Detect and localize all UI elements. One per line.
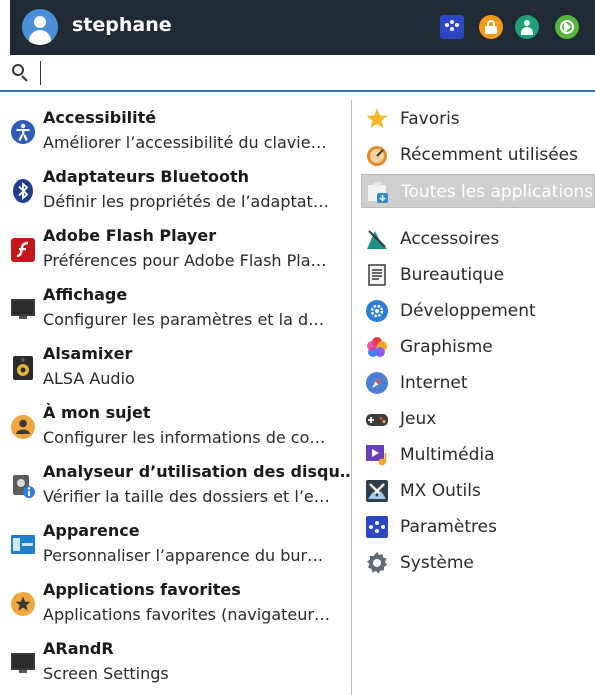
app-item-accessibilite[interactable]: Accessibilité Améliorer l’accessibilité … [0,100,351,159]
app-title: Applications favorites [43,580,241,599]
app-description: Vérifier la taille des dossiers et l’e… [43,487,330,506]
menu-header: stephane [10,0,595,55]
disk-usage-icon [13,475,35,498]
favorite-apps-icon [11,592,35,616]
username: stephane [72,14,172,36]
category-bureautique[interactable]: Bureautique [361,258,595,292]
category-graphisme[interactable]: Graphisme [361,330,595,364]
app-item-arandr[interactable]: ARandR Screen Settings [0,631,351,690]
app-item-a-mon-sujet[interactable]: À mon sujet Configurer les informations … [0,395,351,454]
settings-button[interactable] [440,15,464,39]
category-list: Favoris Récemment utilisées Toutes les a… [353,100,595,695]
category-jeux[interactable]: Jeux [361,402,595,436]
games-icon [366,414,388,426]
accessories-icon [367,230,387,249]
app-item-alsamixer[interactable]: Alsamixer ALSA Audio [0,336,351,395]
system-icon [367,552,387,574]
internet-icon [366,372,388,394]
appearance-icon [11,535,35,554]
bluetooth-icon [13,179,33,203]
accessibility-icon [11,120,35,144]
app-description: Configurer les informations de co… [43,428,326,447]
app-item-analyseur-disque[interactable]: Analyseur d’utilisation des disqu… Vérif… [0,454,352,513]
app-description: ALSA Audio [43,369,135,388]
flash-icon [11,238,35,262]
search-bar [0,55,595,92]
category-favoris[interactable]: Favoris [361,102,595,136]
app-description: Applications favorites (navigateur… [43,605,330,624]
category-multimedia[interactable]: Multimédia [361,438,595,472]
category-accessoires[interactable]: Accessoires [361,222,595,256]
category-internet[interactable]: Internet [361,366,595,400]
display-icon [11,299,35,319]
application-list: Accessibilité Améliorer l’accessibilité … [0,100,352,695]
app-item-adobe-flash[interactable]: Adobe Flash Player Préférences pour Adob… [0,218,351,277]
category-label: Système [400,553,474,573]
multimedia-icon [366,445,387,466]
app-title: Alsamixer [43,344,133,363]
app-title: Adobe Flash Player [43,226,217,245]
app-description: Configurer les paramètres et la d… [43,310,325,329]
user-avatar-icon [22,9,58,45]
category-label: Récemment utilisées [400,145,578,165]
settings-icon [366,516,388,538]
app-title: À mon sujet [43,403,151,422]
mx-tools-icon [366,480,388,502]
app-description: Améliorer l’accessibilité du clavie… [43,133,327,152]
app-title: Apparence [43,521,140,540]
about-me-icon [11,415,35,439]
search-input[interactable] [40,61,585,85]
app-item-applications-favorites[interactable]: Applications favorites Applications favo… [0,572,351,631]
app-description: Définir les propriétés de l’adaptat… [43,192,329,211]
development-icon [366,300,388,322]
category-label: Accessoires [400,229,500,249]
category-label: Internet [400,373,468,393]
category-systeme[interactable]: Système [361,546,595,580]
app-item-apparence[interactable]: Apparence Personnaliser l’apparence du b… [0,513,351,572]
app-title: ARandR [43,639,114,658]
category-label: Jeux [400,409,437,429]
office-icon [368,264,386,286]
category-recemment-utilisees[interactable]: Récemment utilisées [361,138,595,172]
switch-user-button[interactable] [515,15,539,39]
category-label: Paramètres [400,517,497,537]
app-description: Personnaliser l’apparence du bur… [43,546,324,565]
category-label: MX Outils [400,481,481,501]
category-developpement[interactable]: Développement [361,294,595,328]
category-label: Multimédia [400,445,495,465]
graphics-icon [367,337,387,357]
monitor-icon [11,653,35,673]
app-item-bluetooth[interactable]: Adaptateurs Bluetooth Définir les propri… [0,159,351,218]
category-label: Toutes les applications [401,182,594,202]
category-label: Développement [400,301,536,321]
speaker-icon [13,356,33,380]
app-title: Adaptateurs Bluetooth [43,167,249,186]
category-toutes-les-applications[interactable]: Toutes les applications [361,174,595,208]
app-item-affichage[interactable]: Affichage Configurer les paramètres et l… [0,277,351,336]
category-label: Favoris [400,109,460,129]
app-title: Affichage [43,285,128,304]
category-label: Bureautique [400,265,505,285]
recent-icon [367,146,387,166]
category-label: Graphisme [400,337,493,357]
search-icon [12,64,30,82]
category-mx-outils[interactable]: MX Outils [361,474,595,508]
star-icon [366,108,388,128]
all-apps-icon [368,182,388,203]
logout-button[interactable] [555,15,579,39]
app-title: Accessibilité [43,108,157,127]
app-title: Analyseur d’utilisation des disqu… [43,462,352,481]
app-description: Préférences pour Adobe Flash Pla… [43,251,327,270]
category-parametres[interactable]: Paramètres [361,510,595,544]
lock-screen-button[interactable] [479,15,503,39]
app-description: Screen Settings [43,664,169,683]
